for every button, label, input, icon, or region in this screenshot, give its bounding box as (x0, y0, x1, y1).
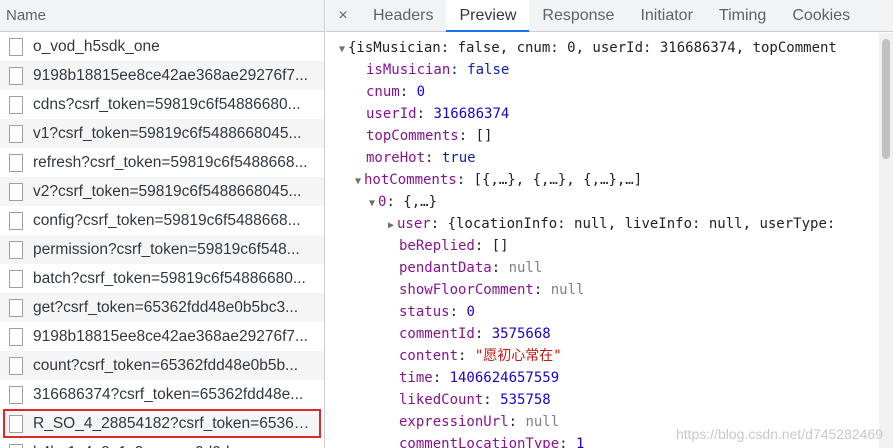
request-list-panel: Name o_vod_h5sdk_one 9198b18815ee8ce42ae3… (0, 0, 325, 448)
request-name: permission?csrf_token=59819c6f548... (33, 240, 300, 258)
tree-prop-expressionUrl: expressionUrl: null (399, 414, 560, 430)
tree-prop-moreHot: moreHot: true (366, 150, 476, 166)
tab-response[interactable]: Response (529, 0, 627, 31)
document-icon (9, 443, 23, 448)
request-name: 316686374?csrf_token=65362fdd48e... (33, 385, 304, 403)
document-icon (9, 269, 23, 288)
tree-item-0[interactable]: ▼ 0: {,…} (326, 191, 879, 213)
scrollbar-thumb[interactable] (882, 39, 890, 159)
detail-tab-bar: × Headers Preview Response Initiator Tim… (326, 0, 893, 32)
request-row[interactable]: cdns?csrf_token=59819c6f54886680... (0, 90, 324, 119)
request-row[interactable]: 9198b18815ee8ce42ae368ae29276f7... (0, 322, 324, 351)
tree-prop-cnum: cnum: 0 (366, 84, 426, 100)
name-column-label: Name (6, 7, 47, 24)
document-icon (9, 182, 23, 201)
tree-prop-beReplied: beReplied: [] (399, 238, 509, 254)
request-row[interactable]: o_vod_h5sdk_one (0, 32, 324, 61)
document-icon (9, 211, 23, 230)
document-icon (9, 95, 23, 114)
request-row[interactable]: 316686374?csrf_token=65362fdd48e... (0, 380, 324, 409)
request-name: batch?csrf_token=59819c6f54886680... (33, 269, 306, 287)
document-icon (9, 153, 23, 172)
tree-prop-userId: userId: 316686374 (366, 106, 510, 122)
request-name: get?csrf_token=65362fdd48e0b5bc3... (33, 298, 299, 316)
tree-prop-user[interactable]: ▶ user: {locationInfo: null, liveInfo: nu… (326, 213, 879, 235)
tree-prop-content: content: "愿初心常在" (399, 348, 562, 364)
document-icon (9, 356, 23, 375)
document-icon (9, 240, 23, 259)
request-row[interactable]: get?csrf_token=65362fdd48e0b5bc3... (0, 293, 324, 322)
request-row[interactable]: v2?csrf_token=59819c6f5488668045... (0, 177, 324, 206)
expanded-triangle-icon[interactable]: ▼ (352, 171, 364, 193)
request-row[interactable]: v1?csrf_token=59819c6f5488668045... (0, 119, 324, 148)
request-name: v2?csrf_token=59819c6f5488668045... (33, 182, 302, 200)
tree-prop-hotComments[interactable]: ▼ hotComments: [{,…}, {,…}, {,…},…] (326, 169, 879, 191)
tab-preview[interactable]: Preview (446, 0, 530, 32)
tree-root[interactable]: ▼ {isMusician: false, cnum: 0, userId: 31… (326, 37, 879, 59)
request-row[interactable]: b4ba1c4a2a1c3e..........0d0d........ (0, 438, 324, 448)
tree-prop-status: status: 0 (399, 304, 475, 320)
document-icon (9, 124, 23, 143)
expanded-triangle-icon[interactable]: ▼ (366, 193, 378, 215)
tab-headers[interactable]: Headers (360, 0, 446, 31)
tree-prop-likedCount: likedCount: 535758 (399, 392, 551, 408)
document-icon (9, 385, 23, 404)
request-row[interactable]: 9198b18815ee8ce42ae368ae29276f7... (0, 61, 324, 90)
tab-initiator[interactable]: Initiator (627, 0, 705, 31)
request-name: config?csrf_token=59819c6f5488668... (33, 211, 301, 229)
document-icon (9, 414, 23, 433)
detail-panel: × Headers Preview Response Initiator Tim… (326, 0, 893, 448)
name-column-header[interactable]: Name (0, 0, 324, 32)
request-name: cdns?csrf_token=59819c6f54886680... (33, 95, 301, 113)
request-name: b4ba1c4a2a1c3e..........0d0d........ (33, 444, 264, 448)
request-row[interactable]: config?csrf_token=59819c6f5488668... (0, 206, 324, 235)
document-icon (9, 298, 23, 317)
tab-timing[interactable]: Timing (706, 0, 779, 31)
request-row[interactable]: batch?csrf_token=59819c6f54886680... (0, 264, 324, 293)
request-name: 9198b18815ee8ce42ae368ae29276f7... (33, 327, 308, 345)
request-name: count?csrf_token=65362fdd48e0b5b... (33, 356, 299, 374)
request-row-selected[interactable]: R_SO_4_28854182?csrf_token=65362... (3, 409, 321, 438)
request-row[interactable]: permission?csrf_token=59819c6f548... (0, 235, 324, 264)
tree-prop-time: time: 1406624657559 (399, 370, 560, 386)
document-icon (9, 327, 23, 346)
tree-prop-commentLocationType: commentLocationType: 1 (399, 436, 585, 448)
tab-cookies[interactable]: Cookies (779, 0, 863, 31)
tree-prop-isMusician: isMusician: false (366, 62, 510, 78)
request-row[interactable]: count?csrf_token=65362fdd48e0b5b... (0, 351, 324, 380)
tree-prop-commentId: commentId: 3575668 (399, 326, 551, 342)
collapsed-triangle-icon[interactable]: ▶ (385, 215, 397, 237)
request-name: o_vod_h5sdk_one (33, 37, 160, 55)
request-list: o_vod_h5sdk_one 9198b18815ee8ce42ae368ae2… (0, 32, 324, 448)
tree-prop-topComments: topComments: [] (366, 128, 493, 144)
json-preview-tree: ▼ {isMusician: false, cnum: 0, userId: 31… (326, 33, 879, 448)
request-row[interactable]: refresh?csrf_token=59819c6f5488668... (0, 148, 324, 177)
request-name: 9198b18815ee8ce42ae368ae29276f7... (33, 66, 308, 84)
request-name: refresh?csrf_token=59819c6f5488668... (33, 153, 308, 171)
expanded-triangle-icon[interactable]: ▼ (336, 39, 348, 61)
request-name: v1?csrf_token=59819c6f5488668045... (33, 124, 302, 142)
request-name: R_SO_4_28854182?csrf_token=65362... (33, 414, 315, 432)
tree-prop-showFloorComment: showFloorComment: null (399, 282, 585, 298)
close-icon[interactable]: × (326, 0, 360, 31)
vertical-scrollbar[interactable] (879, 33, 893, 448)
tree-prop-pendantData: pendantData: null (399, 260, 543, 276)
document-icon (9, 66, 23, 85)
document-icon (9, 37, 23, 56)
